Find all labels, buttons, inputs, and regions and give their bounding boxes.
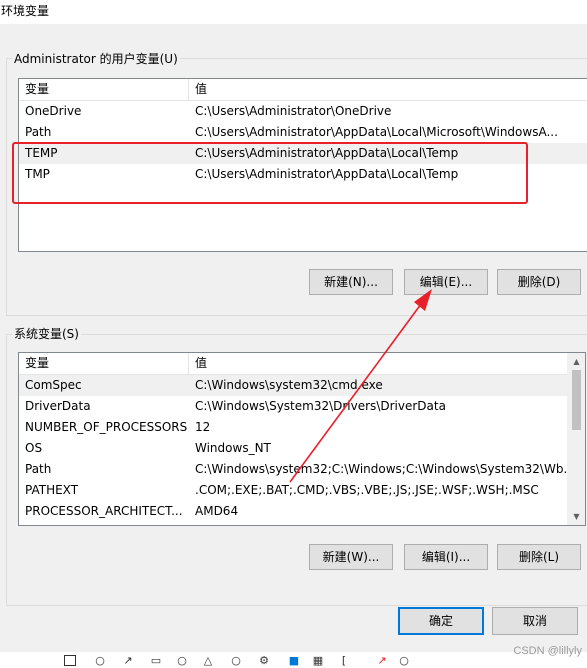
pin-icon[interactable]: ↗	[376, 655, 388, 667]
circle-icon[interactable]: ○	[230, 655, 242, 667]
box-icon[interactable]: ■	[288, 655, 300, 667]
annotation-arrow-icon	[289, 289, 432, 483]
bracket-icon[interactable]: [	[338, 655, 350, 667]
settings-icon[interactable]: ⚙	[258, 655, 270, 667]
taskbar: ○ ↗ ▭ ○ △ ○ ⚙ ■ ▦ [ ↗ ○	[0, 652, 587, 668]
circle-icon[interactable]: ○	[94, 655, 106, 667]
watermark: CSDN @lillyly	[513, 645, 582, 657]
circle-icon[interactable]: ○	[176, 655, 188, 667]
triangle-icon[interactable]: △	[202, 655, 214, 667]
arrow-icon[interactable]: ↗	[122, 655, 134, 667]
window-icon[interactable]	[64, 655, 76, 666]
grid-icon[interactable]: ▦	[312, 655, 324, 667]
circle-icon[interactable]: ○	[398, 655, 410, 667]
rectangle-icon[interactable]: ▭	[150, 655, 162, 667]
